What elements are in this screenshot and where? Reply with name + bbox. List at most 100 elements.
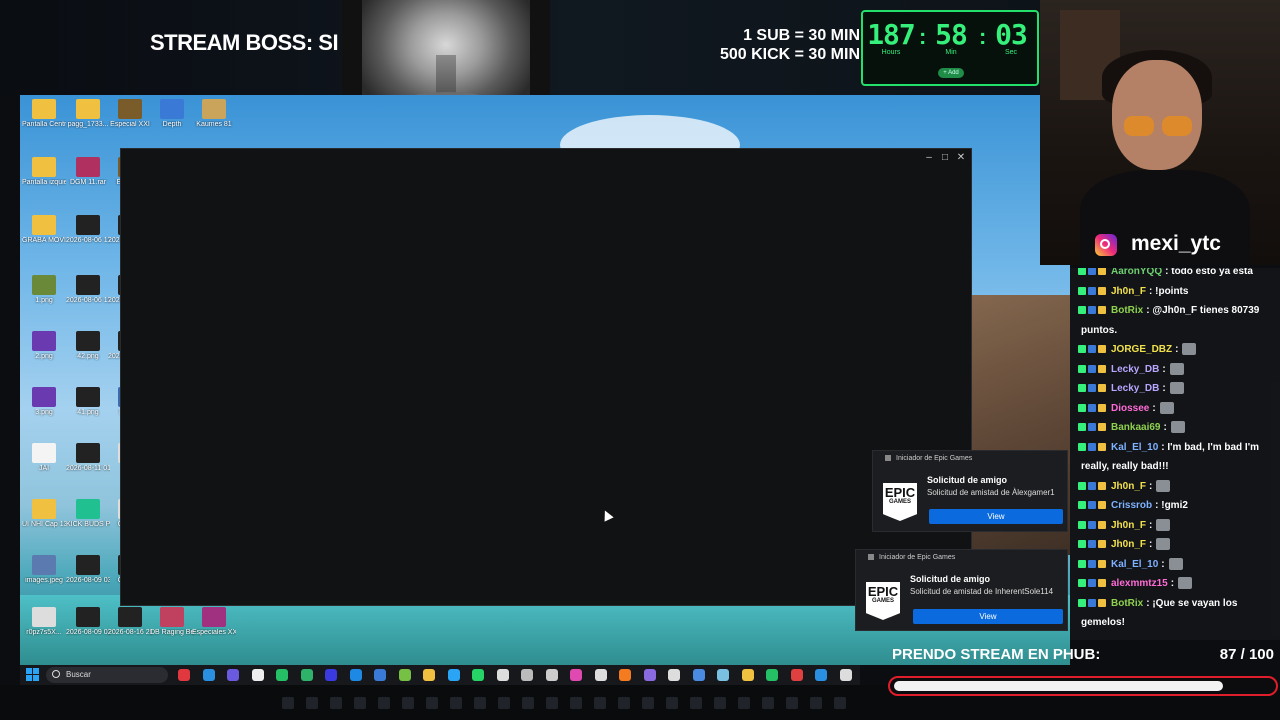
chat-username[interactable]: Jh0n_F (1111, 286, 1146, 297)
chat-badge-icon (1098, 364, 1106, 373)
chat-username[interactable]: Bankaai69 (1111, 422, 1160, 433)
taskbar-app-icon[interactable] (717, 669, 729, 681)
chat-username[interactable]: Kal_El_10 (1111, 559, 1158, 570)
taskbar-app-icon[interactable] (251, 669, 264, 681)
desktop-icon[interactable]: 3.png (22, 387, 66, 417)
desktop-icon[interactable]: Depth (150, 99, 194, 129)
taskbar-app-icon[interactable] (619, 669, 631, 681)
chat-badge-icon (1098, 579, 1106, 588)
desktop-icon[interactable]: Pantalla Central (22, 99, 66, 129)
taskbar-app-icon[interactable] (521, 669, 533, 681)
chat-username[interactable]: Crissrob (1111, 500, 1152, 511)
windows-start-icon[interactable] (26, 668, 40, 682)
goal-count: 87 / 100 (1219, 646, 1274, 663)
desktop-icon[interactable]: DGM 11.rar (66, 157, 110, 187)
chat-username[interactable]: Jh0n_F (1111, 520, 1146, 531)
chat-badge-icon (1078, 559, 1086, 568)
chat-username[interactable]: Lecky_DB (1111, 383, 1159, 394)
epic-games-logo-icon: EPIC GAMES (883, 483, 917, 521)
chat-badge-icon (1098, 403, 1106, 412)
taskbar-app-icon[interactable] (496, 669, 509, 681)
desktop-icon[interactable]: r0pz7s5X... (22, 607, 66, 637)
chat-message: puntos. (1078, 321, 1117, 340)
chat-badge-icon (1098, 559, 1106, 568)
desktop-icon[interactable]: 2026-08-06 17_04_02-G... (66, 215, 110, 245)
minimize-icon[interactable]: – (921, 151, 937, 165)
desktop-icon[interactable]: images.jpeg (22, 555, 66, 585)
taskbar-app-icon[interactable] (815, 669, 827, 681)
desktop-icon[interactable]: Especiales XXI.png (192, 607, 236, 637)
desktop-icon[interactable]: UI NHI Cap 13 (22, 499, 66, 529)
desktop-icon[interactable]: 2.png (22, 331, 66, 361)
desktop-icon[interactable]: 42.png (66, 331, 110, 361)
desktop-icon[interactable]: Especial XXI (108, 99, 152, 129)
taskbar-app-icon[interactable] (227, 669, 239, 681)
taskbar-app-icon[interactable] (643, 669, 656, 681)
taskbar-app-icon[interactable] (398, 669, 411, 681)
desktop-icon[interactable]: KICK BUDS Playlist (66, 499, 110, 529)
taskbar-app-icon[interactable] (349, 669, 362, 681)
taskbar-app-icon[interactable] (374, 669, 386, 681)
desktop-icon[interactable]: pagg_1733... (66, 99, 110, 129)
chat-text: : !points (1149, 285, 1189, 297)
taskbar-app-icon[interactable] (741, 669, 754, 681)
taskbar-app-icon[interactable] (276, 669, 288, 681)
chat-username[interactable]: Jh0n_F (1111, 481, 1146, 492)
taskbar-app-icon[interactable] (300, 669, 313, 681)
desktop-icon[interactable]: 2026-08-11 01_26_59-G... (66, 443, 110, 473)
taskbar-app-icon[interactable] (668, 669, 680, 681)
chat-username[interactable]: JORGE_DBZ (1111, 344, 1172, 355)
taskbar-search-input[interactable]: Buscar (46, 667, 168, 683)
epic-notification-1[interactable]: Iniciador de Epic Games EPIC GAMES Solici… (872, 450, 1068, 532)
desktop-icon[interactable]: Kaumes 81 (192, 99, 236, 129)
desktop-icon[interactable]: JAI (22, 443, 66, 473)
file-icon (32, 215, 56, 235)
desktop-icon[interactable]: DB Raging Beast.rar (150, 607, 194, 637)
epic-notification-2[interactable]: Iniciador de Epic Games EPIC GAMES Solici… (855, 549, 1068, 631)
desktop-icon[interactable]: Pantalla izquierda (22, 157, 66, 187)
taskbar-app-icon[interactable] (325, 669, 337, 681)
chat-emote-icon (1182, 343, 1197, 356)
chat-username[interactable]: Kal_El_10 (1111, 442, 1158, 453)
timer-add-button[interactable]: + Add (938, 68, 964, 78)
app-window[interactable]: – □ ✕ (120, 148, 972, 606)
chat-username[interactable]: Diossee (1111, 403, 1149, 414)
chat-message: Jh0n_F: (1078, 516, 1172, 535)
taskbar-app-icon[interactable] (447, 669, 460, 681)
desktop-icon[interactable]: GRABA MOVIL (22, 215, 66, 245)
notification-view-button[interactable]: View (929, 509, 1063, 524)
taskbar-app-icon[interactable] (790, 669, 803, 681)
taskbar-app-icon[interactable] (766, 669, 778, 681)
taskbar-app-icon[interactable] (570, 669, 582, 681)
desktop-icon-label: DB Raging Beast.rar (150, 629, 194, 636)
desktop-icon[interactable]: 2026-08-16 21_11_45-G... (108, 607, 152, 637)
desktop-icon[interactable]: 2026-08-09 03_51_41-G... (66, 555, 110, 585)
reflection-icon (498, 697, 510, 709)
desktop-icon-label: images.jpeg (25, 577, 63, 584)
chat-username[interactable]: Lecky_DB (1111, 364, 1159, 375)
taskbar-app-icon[interactable] (545, 669, 558, 681)
chat-username[interactable]: alexmmtz15 (1111, 578, 1168, 589)
chat-username[interactable]: BotRix (1111, 305, 1143, 316)
desktop-icon[interactable]: 2026-08-09 03_51_45-G... (66, 607, 110, 637)
taskbar-app-icon[interactable] (594, 669, 607, 681)
taskbar-app-icon[interactable] (202, 669, 215, 681)
chat-text: : (1175, 344, 1179, 355)
taskbar-app-icon[interactable] (423, 669, 435, 681)
close-icon[interactable]: ✕ (953, 151, 969, 165)
desktop-icon[interactable]: 1.png (22, 275, 66, 305)
chat-text: : I'm bad, I'm bad I'm (1161, 441, 1259, 453)
taskbar-app-icon[interactable] (839, 669, 852, 681)
chat-username[interactable]: AaronYQQ (1111, 268, 1162, 277)
chat-username[interactable]: Jh0n_F (1111, 539, 1146, 550)
desktop-icon[interactable]: 41.png (66, 387, 110, 417)
desktop-icon[interactable]: 2026-08-06 17_04_15-G... (66, 275, 110, 305)
taskbar-app-icon[interactable] (692, 669, 705, 681)
maximize-icon[interactable]: □ (937, 151, 953, 165)
chat-username[interactable]: BotRix (1111, 598, 1143, 609)
notification-view-button[interactable]: View (913, 609, 1063, 624)
reflection-icon (810, 697, 822, 709)
file-icon (76, 443, 100, 463)
taskbar-app-icon[interactable] (472, 669, 484, 681)
taskbar-app-icon[interactable] (178, 669, 190, 681)
